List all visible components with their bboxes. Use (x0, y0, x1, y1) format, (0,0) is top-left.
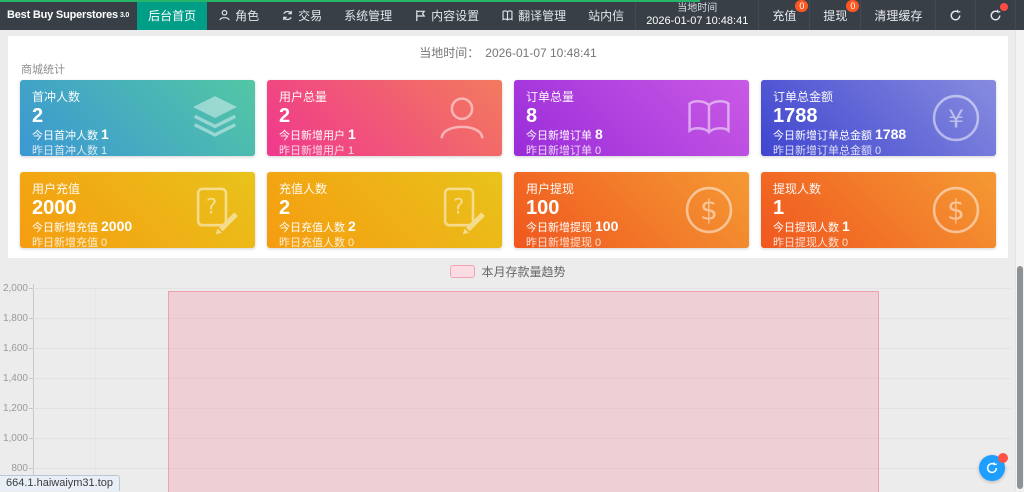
local-time-value: 2026-01-07 10:48:41 (646, 15, 748, 28)
menu-item-translate[interactable]: 翻译管理 (490, 0, 577, 30)
y-axis-tick-label: 1,600 (0, 343, 28, 354)
app-logo-text: Best Buy Superstores (7, 9, 118, 21)
flag-icon (414, 9, 427, 22)
translate-icon (501, 9, 514, 22)
svg-text:¥: ¥ (948, 104, 964, 133)
loading-progress-bar (0, 0, 700, 2)
recharge-badge: 0 (795, 0, 808, 12)
stat-card-total-users[interactable]: 用户总量 2 今日新增用户1 昨日新增用户1 (267, 80, 502, 156)
navbar-right: 当地时间 2026-01-07 10:48:41 充值 0 提现 0 清理缓存 (635, 0, 1024, 30)
layers-icon (188, 91, 242, 145)
edit-icon: ? (188, 183, 242, 237)
exchange-icon (281, 9, 294, 22)
chart-legend[interactable]: 本月存款量趋势 (0, 263, 1016, 280)
app-version: 3.0 (120, 12, 129, 19)
y-axis-tick-label: 1,800 (0, 313, 28, 324)
withdraw-badge: 0 (846, 0, 859, 12)
y-axis-tick (29, 438, 33, 439)
y-axis-tick (29, 468, 33, 469)
fab-notification-dot (998, 453, 1008, 463)
y-axis-tick (29, 318, 33, 319)
person-icon (218, 9, 231, 22)
recharge-button[interactable]: 充值 0 (758, 0, 809, 30)
legend-label: 本月存款量趋势 (481, 263, 565, 280)
menu-item-trade[interactable]: 交易 (270, 0, 333, 30)
y-axis-tick (29, 348, 33, 349)
book-icon (682, 91, 736, 145)
stats-panel: 当地时间：2026-01-07 10:48:41 商城统计 首冲人数 2 今日首… (8, 36, 1008, 258)
menu-item-system[interactable]: 系统管理 (333, 0, 403, 30)
legend-swatch (450, 265, 475, 278)
scrollbar-thumb[interactable] (1017, 266, 1023, 489)
y-gridline (33, 288, 1011, 289)
stat-card-order-amount[interactable]: 订单总金额 1788 今日新增订单总金额1788 昨日新增订单总金额0 ¥ (761, 80, 996, 156)
y-axis-tick-label: 2,000 (0, 283, 28, 294)
y-axis-tick-label: 1,400 (0, 373, 28, 384)
refresh-button[interactable] (935, 0, 975, 30)
stat-card-user-withdraw[interactable]: 用户提现 100 今日新增提现100 昨日新增提现0 $ (514, 172, 749, 248)
main-menu: 后台首页 角色 交易 系统管理 内容设置 翻译管理 (137, 0, 635, 30)
yen-icon: ¥ (929, 91, 983, 145)
menu-item-content[interactable]: 内容设置 (403, 0, 490, 30)
stat-card-user-recharge[interactable]: 用户充值 2000 今日新增充值2000 昨日新增充值0 ? (20, 172, 255, 248)
local-time-label: 当地时间 (646, 3, 748, 15)
stat-card-withdraw-users[interactable]: 提现人数 1 今日提现人数1 昨日提现人数0 $ (761, 172, 996, 248)
section-title: 商城统计 (21, 61, 65, 77)
app-logo[interactable]: Best Buy Superstores3.0 (0, 0, 137, 30)
y-axis-tick-label: 1,200 (0, 403, 28, 414)
notifications-button[interactable] (975, 0, 1015, 30)
notification-dot (1000, 3, 1008, 11)
menu-item-roles[interactable]: 角色 (207, 0, 270, 30)
y-axis-tick-label: 1,000 (0, 433, 28, 444)
local-time-line: 当地时间：2026-01-07 10:48:41 (8, 44, 1008, 61)
area-series[interactable] (168, 291, 879, 492)
clear-cache-button[interactable]: 清理缓存 (860, 0, 935, 30)
menu-item-mail[interactable]: 站内信 (577, 0, 635, 30)
user-icon (435, 91, 489, 145)
y-axis-tick-label: 800 (0, 463, 28, 474)
user-menu[interactable]: admin (1015, 0, 1024, 30)
circular-arrow-icon (985, 461, 999, 475)
svg-text:$: $ (947, 193, 965, 226)
menu-item-home[interactable]: 后台首页 (137, 0, 207, 30)
vertical-scrollbar[interactable] (1015, 30, 1024, 491)
refresh-icon (949, 9, 962, 22)
dollar-icon: $ (682, 183, 736, 237)
stat-card-total-orders[interactable]: 订单总量 8 今日新增订单8 昨日新增订单0 (514, 80, 749, 156)
stat-cards: 首冲人数 2 今日首冲人数1 昨日首冲人数1 用户总量 2 今日新增用户1 昨日… (20, 80, 996, 248)
refresh-fab[interactable] (979, 455, 1005, 481)
withdraw-button[interactable]: 提现 0 (809, 0, 860, 30)
stat-card-recharge-users[interactable]: 充值人数 2 今日充值人数2 昨日充值人数0 ? (267, 172, 502, 248)
y-axis-line (33, 284, 34, 491)
y-axis-tick (29, 288, 33, 289)
svg-text:?: ? (453, 193, 464, 218)
top-navbar: Best Buy Superstores3.0 后台首页 角色 交易 系统管理 (0, 0, 1024, 30)
svg-text:$: $ (700, 193, 718, 226)
sync-icon (989, 9, 1002, 22)
local-time-display: 当地时间 2026-01-07 10:48:41 (635, 0, 758, 30)
svg-text:?: ? (206, 193, 217, 218)
stat-card-first-charge[interactable]: 首冲人数 2 今日首冲人数1 昨日首冲人数1 (20, 80, 255, 156)
y-axis-tick (29, 408, 33, 409)
status-url-tooltip: 664.1.haiwaiym31.top (0, 475, 120, 491)
admin-dashboard: Best Buy Superstores3.0 后台首页 角色 交易 系统管理 (0, 0, 1024, 491)
dollar-icon: $ (929, 183, 983, 237)
y-axis-tick (29, 378, 33, 379)
edit-icon: ? (435, 183, 489, 237)
